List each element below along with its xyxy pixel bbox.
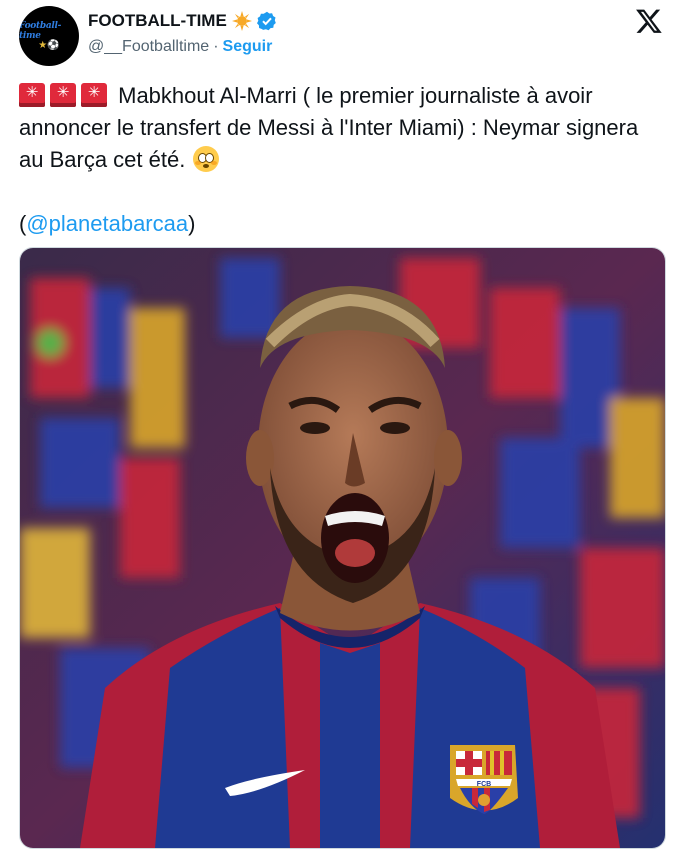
separator: ·: [213, 38, 219, 55]
follow-button[interactable]: Seguir: [223, 38, 273, 56]
rotating-light-icon: [81, 83, 107, 107]
avatar[interactable]: Football-time ★⚽: [19, 6, 79, 66]
name-row: FOOTBALL-TIME: [88, 11, 277, 31]
crest-text: FCB: [477, 781, 491, 788]
tweet-media-image[interactable]: FCB: [19, 247, 666, 849]
mention-link[interactable]: @planetabarcaa: [26, 211, 188, 236]
verified-badge-icon: [256, 11, 276, 31]
x-logo-icon[interactable]: [635, 7, 663, 35]
display-name[interactable]: FOOTBALL-TIME: [88, 11, 227, 31]
handle-row: @__Footballtime · Seguir: [88, 38, 272, 56]
user-handle[interactable]: @__Footballtime: [88, 38, 209, 56]
tweet-body: Mabkhout Al-Marri ( le premier journalis…: [19, 83, 639, 172]
rotating-light-icon: [19, 83, 45, 107]
soccer-ball-icon: ★⚽: [38, 40, 60, 51]
rotating-light-icon: [50, 83, 76, 107]
paren-close: ): [188, 211, 196, 236]
tweet-text: Mabkhout Al-Marri ( le premier journalis…: [19, 80, 659, 240]
flushed-face-icon: [193, 146, 220, 172]
gold-sun-badge-icon: [231, 11, 252, 31]
avatar-logo-text: Football-time: [19, 21, 62, 41]
player-photo: FCB: [20, 248, 665, 848]
